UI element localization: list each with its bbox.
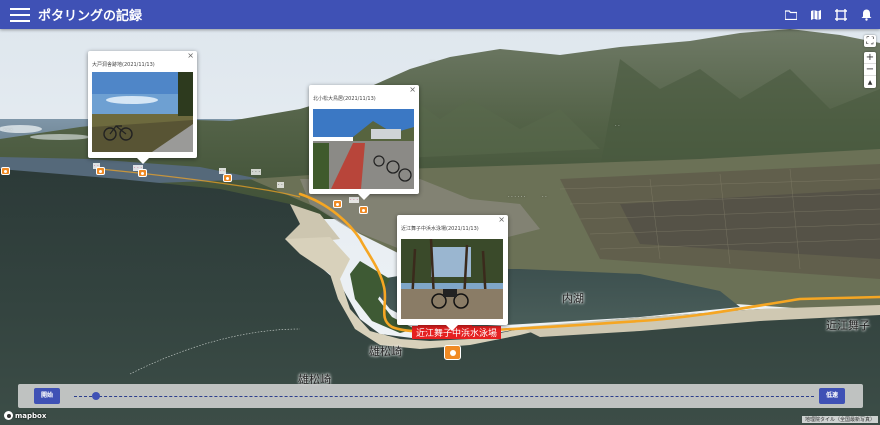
popup-photo (92, 72, 193, 152)
selected-photo-marker[interactable] (444, 345, 461, 360)
photo-popup: × 大戸洞舎跡地(2021/11/13) (88, 51, 197, 164)
app-title: ポタリングの記録 (38, 9, 143, 24)
label-uchiko: 内湖 (562, 292, 584, 305)
map-canvas[interactable]: · · · · · · · · · · · · · · · · · · · · … (0, 29, 880, 425)
popup-pointer (358, 194, 370, 200)
crop-icon[interactable] (830, 4, 852, 26)
zoom-in-button[interactable]: + (864, 52, 876, 64)
start-button[interactable]: 開始 (34, 388, 61, 404)
popup-pointer (137, 158, 149, 164)
photo-marker[interactable] (96, 167, 105, 175)
zoom-out-button[interactable]: − (864, 64, 876, 76)
map-icon[interactable] (805, 4, 827, 26)
bell-icon[interactable] (855, 4, 877, 26)
map-attribution[interactable]: 地理院タイル（全国最新写真） (801, 416, 878, 423)
app-root: ポタリングの記録 · · · · · · · · · · · · · · · ·… (0, 0, 880, 425)
zoom-control: + − ▲ (864, 52, 876, 88)
map-label: · · (430, 59, 435, 65)
label-yuumatsuzaki: 雄松崎 (369, 345, 402, 358)
map-label: · · (615, 123, 620, 129)
photo-popup: × 近江舞子中浜水泳場(2021/11/13) (397, 215, 508, 331)
header-actions (780, 4, 880, 26)
speed-slow-button[interactable]: 低速 (818, 388, 845, 404)
compass-icon[interactable]: ▲ (864, 76, 876, 88)
photo-popup: × 北小松大鳥居(2021/11/13) (309, 85, 419, 200)
mapbox-icon (4, 411, 13, 420)
top-app-bar: ポタリングの記録 (0, 0, 880, 29)
playback-thumb[interactable] (92, 392, 101, 400)
popup-pointer (446, 325, 458, 331)
fullscreen-icon[interactable]: ⛶ (864, 35, 876, 47)
menu-icon[interactable] (10, 7, 30, 22)
playback-bar: 開始 低速 (18, 384, 863, 408)
close-icon[interactable]: × (498, 215, 505, 224)
playback-track[interactable] (74, 396, 814, 397)
close-icon[interactable]: × (409, 85, 416, 94)
photo-marker[interactable] (138, 169, 147, 177)
map-label-dark: · · (277, 182, 284, 188)
popup-photo (313, 109, 414, 189)
mapbox-logo[interactable]: mapbox (4, 411, 46, 420)
photo-marker[interactable] (359, 206, 368, 214)
popup-title: 北小松大鳥居(2021/11/13) (313, 96, 376, 102)
label-omimaiko: 近江舞子 (826, 319, 870, 332)
popup-title: 近江舞子中浜水泳場(2021/11/13) (401, 226, 479, 232)
photo-marker[interactable] (223, 174, 232, 182)
map-label: · · · · · · (508, 194, 526, 200)
map-label-dark: · · · (251, 169, 261, 175)
map-label: · · (542, 194, 547, 200)
map-label: · · · (4, 127, 12, 133)
popup-title: 大戸洞舎跡地(2021/11/13) (92, 62, 155, 68)
photo-marker[interactable] (1, 167, 10, 175)
popup-photo (401, 239, 503, 319)
mapbox-wordmark: mapbox (15, 411, 47, 420)
folder-icon[interactable] (780, 4, 802, 26)
fullscreen-control: ⛶ (864, 35, 876, 47)
close-icon[interactable]: × (187, 51, 194, 60)
photo-marker[interactable] (333, 200, 342, 208)
